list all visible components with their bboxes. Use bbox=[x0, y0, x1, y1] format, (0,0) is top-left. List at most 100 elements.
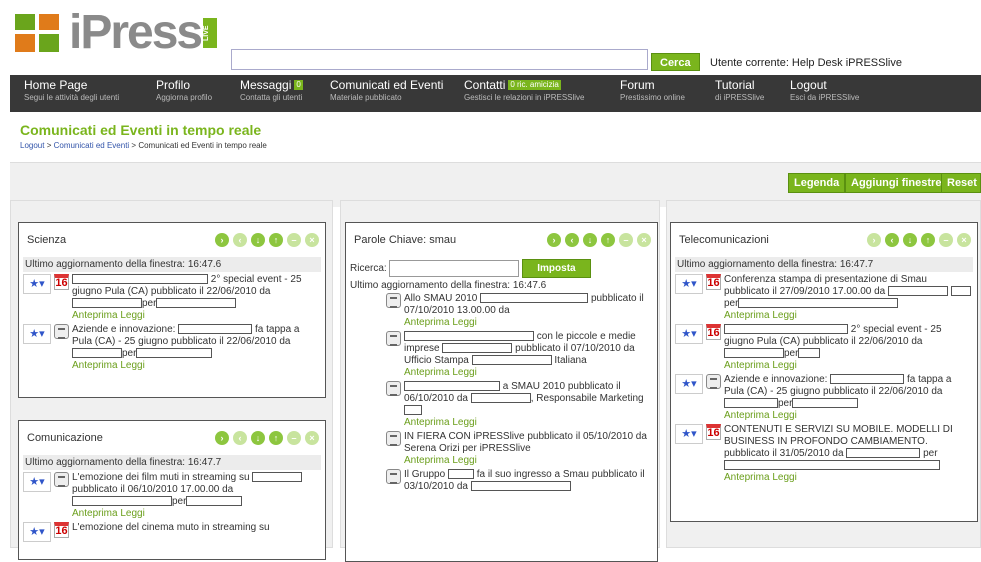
arrow-down-icon[interactable]: ↓ bbox=[251, 431, 265, 445]
arrow-left-icon[interactable]: ‹ bbox=[233, 431, 247, 445]
preview-link[interactable]: Anteprima bbox=[404, 367, 450, 378]
preview-link[interactable]: Anteprima bbox=[404, 317, 450, 328]
panel-title: Scienza bbox=[27, 234, 67, 246]
arrow-up-icon[interactable]: ↑ bbox=[921, 233, 935, 247]
read-link[interactable]: Leggi bbox=[120, 310, 144, 321]
keyword-search-input[interactable] bbox=[389, 260, 520, 277]
breadcrumb: Logout > Comunicati ed Eventi > Comunica… bbox=[20, 141, 267, 150]
preview-link[interactable]: Anteprima bbox=[724, 360, 770, 371]
list-item: ★▾ 16 CONTENUTI E SERVIZI SU MOBILE. MODE… bbox=[675, 424, 973, 484]
preview-link[interactable]: Anteprima bbox=[724, 310, 770, 321]
calendar-icon: 16 bbox=[706, 274, 721, 290]
arrow-left-icon[interactable]: ‹ bbox=[565, 233, 579, 247]
search-button[interactable]: Cerca bbox=[651, 53, 700, 71]
breadcrumb-comunicati[interactable]: Comunicati ed Eventi bbox=[54, 141, 130, 150]
document-icon bbox=[706, 374, 721, 389]
nav-messaggi[interactable]: Messaggi 0 Contatta gli utenti bbox=[226, 75, 316, 112]
arrow-up-icon[interactable]: ↑ bbox=[601, 233, 615, 247]
document-icon bbox=[386, 469, 401, 484]
list-item: IN FIERA CON iPRESSlive pubblicato il 05… bbox=[386, 431, 653, 467]
list-item: ★▾ Aziende e innovazione: fa tappa a Pul… bbox=[675, 374, 973, 422]
arrow-up-icon[interactable]: ↑ bbox=[269, 233, 283, 247]
panel-scienza: Scienza › ‹ ↓ ↑ – × Ultimo aggiornamento dell… bbox=[18, 222, 326, 398]
search-label: Ricerca: bbox=[350, 263, 387, 275]
logo-text: iPress bbox=[69, 6, 203, 59]
breadcrumb-logout[interactable]: Logout bbox=[20, 141, 44, 150]
imposta-button[interactable]: Imposta bbox=[522, 259, 591, 278]
arrow-down-icon[interactable]: ↓ bbox=[903, 233, 917, 247]
minimize-icon[interactable]: – bbox=[939, 233, 953, 247]
nav-tutorial[interactable]: Tutorial di iPRESSlive bbox=[701, 75, 776, 112]
arrow-left-icon[interactable]: ‹ bbox=[885, 233, 899, 247]
minimize-icon[interactable]: – bbox=[287, 431, 301, 445]
calendar-icon: 16 bbox=[54, 274, 69, 290]
nav-forum[interactable]: Forum Prestissimo online bbox=[606, 75, 701, 112]
last-update: Ultimo aggiornamento della finestra: 16:… bbox=[23, 257, 321, 272]
legenda-button[interactable]: Legenda bbox=[788, 173, 846, 193]
breadcrumb-current: Comunicati ed Eventi in tempo reale bbox=[138, 141, 267, 150]
ipress-logo[interactable]: iPress LIVE bbox=[15, 6, 218, 59]
list-item: ★▾ Aziende e innovazione: fa tappa a Pul… bbox=[23, 324, 321, 372]
close-icon[interactable]: × bbox=[305, 431, 319, 445]
star-dropdown-icon[interactable]: ★▾ bbox=[675, 424, 703, 444]
read-link[interactable]: Leggi bbox=[772, 360, 796, 371]
logo-blocks-icon bbox=[15, 14, 61, 52]
preview-link[interactable]: Anteprima bbox=[72, 360, 118, 371]
document-icon bbox=[386, 331, 401, 346]
list-item: ★▾ 16 2° special event - 25 giugno Pula (… bbox=[23, 274, 321, 322]
read-link[interactable]: Leggi bbox=[452, 367, 476, 378]
read-link[interactable]: Leggi bbox=[452, 317, 476, 328]
star-dropdown-icon[interactable]: ★▾ bbox=[675, 374, 703, 394]
preview-link[interactable]: Anteprima bbox=[724, 410, 770, 421]
nav-home[interactable]: Home Page Segui le attività degli utenti bbox=[10, 75, 142, 112]
close-icon[interactable]: × bbox=[305, 233, 319, 247]
nav-profilo[interactable]: Profilo Aggiorna profilo bbox=[142, 75, 226, 112]
preview-link[interactable]: Anteprima bbox=[724, 472, 770, 483]
reset-button[interactable]: Reset bbox=[941, 173, 981, 193]
star-dropdown-icon[interactable]: ★▾ bbox=[675, 324, 703, 344]
list-item: ★▾ 16 Conferenza stampa di presentazione … bbox=[675, 274, 973, 322]
arrow-right-icon[interactable]: › bbox=[215, 233, 229, 247]
preview-link[interactable]: Anteprima bbox=[72, 310, 118, 321]
panel-telecomunicazioni: Telecomunicazioni › ‹ ↓ ↑ – × Ultimo aggiorna… bbox=[670, 222, 978, 522]
star-dropdown-icon[interactable]: ★▾ bbox=[23, 522, 51, 542]
nav-logout[interactable]: Logout Esci da iPRESSlive bbox=[776, 75, 876, 112]
preview-link[interactable]: Anteprima bbox=[72, 508, 118, 519]
search-input[interactable] bbox=[231, 49, 648, 70]
close-icon[interactable]: × bbox=[957, 233, 971, 247]
star-dropdown-icon[interactable]: ★▾ bbox=[23, 324, 51, 344]
arrow-left-icon[interactable]: ‹ bbox=[233, 233, 247, 247]
minimize-icon[interactable]: – bbox=[619, 233, 633, 247]
read-link[interactable]: Leggi bbox=[772, 310, 796, 321]
arrow-down-icon[interactable]: ↓ bbox=[583, 233, 597, 247]
read-link[interactable]: Leggi bbox=[452, 455, 476, 466]
calendar-icon: 16 bbox=[706, 324, 721, 340]
star-dropdown-icon[interactable]: ★▾ bbox=[675, 274, 703, 294]
read-link[interactable]: Leggi bbox=[772, 410, 796, 421]
panel-title: Telecomunicazioni bbox=[679, 234, 769, 246]
panel-comunicazione: Comunicazione › ‹ ↓ ↑ – × Ultimo aggiornament… bbox=[18, 420, 326, 560]
arrow-right-icon[interactable]: › bbox=[215, 431, 229, 445]
close-icon[interactable]: × bbox=[637, 233, 651, 247]
arrow-down-icon[interactable]: ↓ bbox=[251, 233, 265, 247]
star-dropdown-icon[interactable]: ★▾ bbox=[23, 472, 51, 492]
read-link[interactable]: Leggi bbox=[452, 417, 476, 428]
arrow-right-icon[interactable]: › bbox=[867, 233, 881, 247]
read-link[interactable]: Leggi bbox=[120, 508, 144, 519]
last-update: Ultimo aggiornamento della finestra: 16:… bbox=[675, 257, 973, 272]
document-icon bbox=[386, 381, 401, 396]
document-icon bbox=[386, 293, 401, 308]
nav-contatti[interactable]: Contatti 0 ric. amicizia Gestisci le relaz… bbox=[450, 75, 606, 112]
minimize-icon[interactable]: – bbox=[287, 233, 301, 247]
read-link[interactable]: Leggi bbox=[120, 360, 144, 371]
read-link[interactable]: Leggi bbox=[772, 472, 796, 483]
panel-title: Comunicazione bbox=[27, 432, 103, 444]
star-dropdown-icon[interactable]: ★▾ bbox=[23, 274, 51, 294]
nav-comunicati[interactable]: Comunicati ed Eventi Materiale pubblicato bbox=[316, 75, 450, 112]
panel-smau: Parole Chiave: smau › ‹ ↓ ↑ – × Ricerca: Impo… bbox=[345, 222, 658, 562]
arrow-right-icon[interactable]: › bbox=[547, 233, 561, 247]
add-windows-button[interactable]: Aggiungi finestre bbox=[845, 173, 948, 193]
arrow-up-icon[interactable]: ↑ bbox=[269, 431, 283, 445]
preview-link[interactable]: Anteprima bbox=[404, 455, 450, 466]
preview-link[interactable]: Anteprima bbox=[404, 417, 450, 428]
